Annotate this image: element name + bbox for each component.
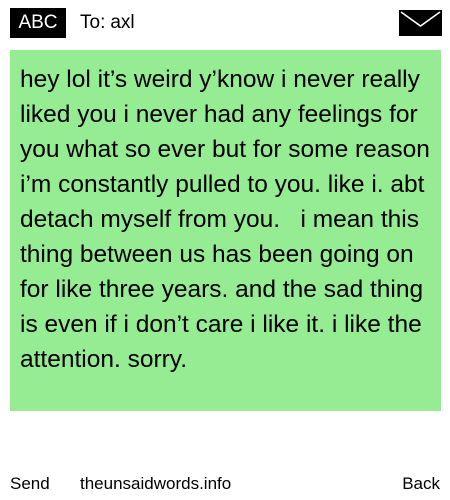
softkey-bar: Send theunsaidwords.info Back: [0, 472, 450, 496]
message-body[interactable]: hey lol it’s weird y’know i never really…: [10, 50, 441, 411]
site-credit: theunsaidwords.info: [80, 474, 232, 493]
compose-header: ABC To: axl: [0, 0, 450, 44]
to-label: To:: [80, 12, 106, 33]
recipient-line[interactable]: To: axl: [80, 8, 135, 38]
back-softkey[interactable]: Back: [402, 472, 440, 496]
recipient-name: axl: [110, 12, 135, 33]
envelope-icon: [399, 10, 442, 36]
message-text: hey lol it’s weird y’know i never really…: [20, 66, 437, 373]
send-softkey[interactable]: Send: [10, 472, 50, 496]
input-mode-badge[interactable]: ABC: [10, 8, 66, 38]
